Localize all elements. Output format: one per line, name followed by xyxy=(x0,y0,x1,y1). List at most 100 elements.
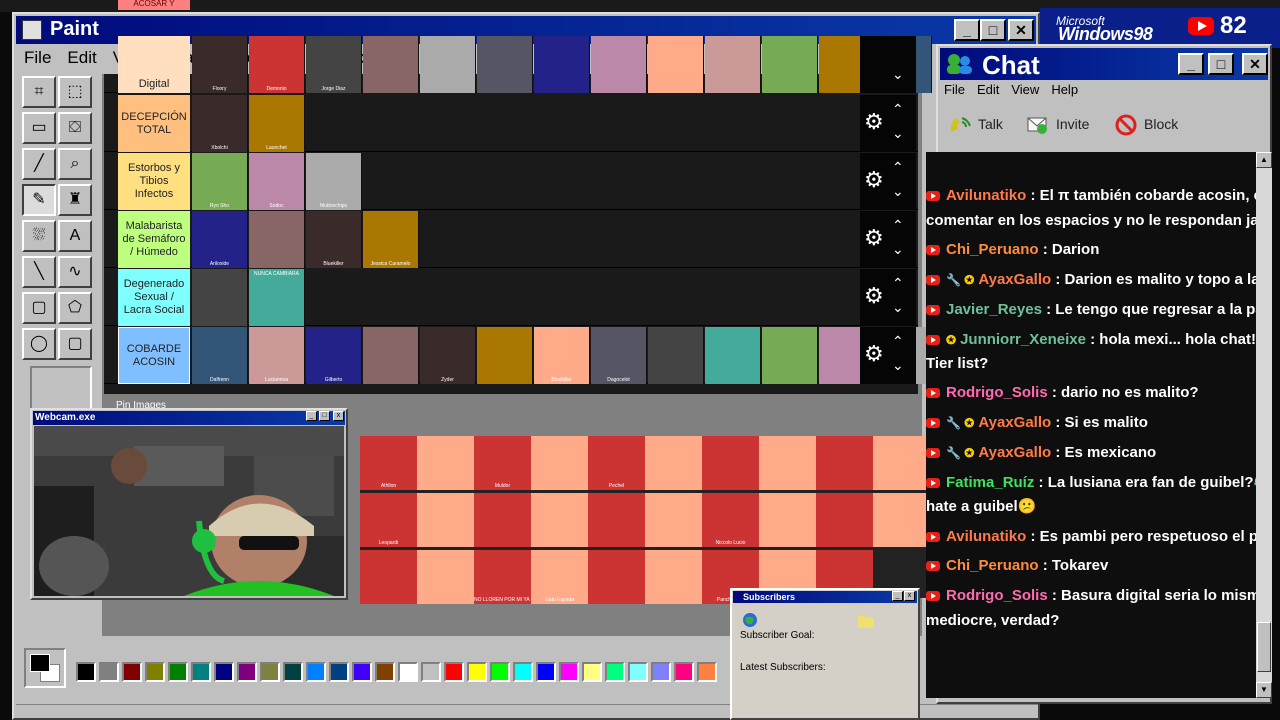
chat-menu-edit[interactable]: Edit xyxy=(977,82,999,97)
tier-label[interactable]: DECEPCIÓN TOTAL xyxy=(118,95,190,152)
webcam-maximize-button[interactable]: □ xyxy=(319,411,330,421)
color-swatch[interactable] xyxy=(122,662,142,682)
tier-image[interactable] xyxy=(534,36,590,93)
color-swatch[interactable] xyxy=(99,662,119,682)
chat-username[interactable]: Javier_Reyes xyxy=(946,301,1042,318)
pool-image[interactable]: Leopardi xyxy=(360,493,417,547)
tool-line[interactable]: ╲ xyxy=(22,256,56,288)
tier-image[interactable]: Muttonchips xyxy=(306,153,362,210)
tier-image[interactable]: Gilberto xyxy=(306,327,362,384)
chevron-down-icon[interactable]: ⌄ xyxy=(892,66,904,83)
chevron-down-icon[interactable]: ⌄ xyxy=(892,241,904,258)
chevron-up-icon[interactable]: ⌃ xyxy=(892,217,904,234)
scroll-thumb[interactable] xyxy=(1257,622,1271,672)
pool-image[interactable] xyxy=(531,436,588,490)
pool-image[interactable] xyxy=(873,493,930,547)
pool-image[interactable]: Athlion xyxy=(360,436,417,490)
pool-image[interactable] xyxy=(417,493,474,547)
chat-username[interactable]: Junniorr_Xeneixe xyxy=(960,331,1086,348)
tier-label[interactable]: Malabarista de Semáforo / Húmedo xyxy=(118,211,190,268)
color-swatch[interactable] xyxy=(605,662,625,682)
pool-image[interactable]: Pechel xyxy=(588,436,645,490)
color-swatch[interactable] xyxy=(536,662,556,682)
pool-image[interactable] xyxy=(474,493,531,547)
pool-image[interactable] xyxy=(417,436,474,490)
color-swatch[interactable] xyxy=(674,662,694,682)
tier-image[interactable] xyxy=(762,36,818,93)
chat-minimize-button[interactable]: _ xyxy=(1178,53,1204,75)
tier-label[interactable]: Estorbos y Tibios Infectos xyxy=(118,153,190,210)
chat-username[interactable]: Rodrigo_Solis xyxy=(946,587,1048,604)
current-colors[interactable] xyxy=(24,648,66,688)
color-swatch[interactable] xyxy=(375,662,395,682)
chat-close-button[interactable]: ✕ xyxy=(1242,53,1268,75)
chevron-down-icon[interactable]: ⌄ xyxy=(892,357,904,374)
tier-image[interactable] xyxy=(477,36,533,93)
chat-log[interactable]: Avilunatiko : El π también cobarde acosi… xyxy=(926,152,1258,698)
color-swatch[interactable] xyxy=(467,662,487,682)
color-swatch[interactable] xyxy=(352,662,372,682)
pool-image[interactable]: Niccolo Lucio xyxy=(702,493,759,547)
tier-image[interactable] xyxy=(762,327,818,384)
tier-image[interactable] xyxy=(705,327,761,384)
tool-rect[interactable]: ▢ xyxy=(22,292,56,324)
tier-image[interactable]: Jorge Diaz xyxy=(306,36,362,93)
color-swatch[interactable] xyxy=(168,662,188,682)
menu-file[interactable]: File xyxy=(16,44,59,68)
pool-image[interactable] xyxy=(588,550,645,604)
tier-image[interactable]: Bluekiller xyxy=(534,327,590,384)
color-swatch[interactable] xyxy=(697,662,717,682)
pool-image[interactable] xyxy=(645,550,702,604)
tier-label[interactable]: COBARDE ACOSIN xyxy=(118,327,190,384)
pool-image[interactable] xyxy=(702,436,759,490)
color-swatch[interactable] xyxy=(421,662,441,682)
chat-scrollbar[interactable]: ▲ ▼ xyxy=(1256,152,1272,698)
tier-image[interactable] xyxy=(249,211,305,268)
pool-image[interactable] xyxy=(588,493,645,547)
tier-image[interactable]: Dagocelot xyxy=(591,327,647,384)
tool-pencil[interactable]: ✎ xyxy=(22,184,56,216)
color-swatch[interactable] xyxy=(237,662,257,682)
color-swatch[interactable] xyxy=(582,662,602,682)
pool-image[interactable] xyxy=(759,493,816,547)
pool-image[interactable] xyxy=(645,493,702,547)
tier-image[interactable]: Xbolchi xyxy=(192,95,248,152)
minimize-button[interactable]: _ xyxy=(954,19,980,41)
color-swatch[interactable] xyxy=(559,662,579,682)
gear-icon[interactable]: ⚙ xyxy=(864,285,884,307)
gear-icon[interactable]: ⚙ xyxy=(864,169,884,191)
chat-username[interactable]: Avilunatiko xyxy=(946,187,1026,204)
tool-brush[interactable]: ♜ xyxy=(58,184,92,216)
color-swatch[interactable] xyxy=(398,662,418,682)
pool-image[interactable] xyxy=(759,436,816,490)
color-swatch[interactable] xyxy=(191,662,211,682)
tier-image[interactable] xyxy=(648,36,704,93)
webcam-close-button[interactable]: x xyxy=(333,411,344,421)
tier-image[interactable] xyxy=(648,327,704,384)
chat-menu-help[interactable]: Help xyxy=(1051,82,1078,97)
tier-image[interactable] xyxy=(591,36,647,93)
pool-image[interactable] xyxy=(873,436,930,490)
scroll-up-arrow[interactable]: ▲ xyxy=(1256,152,1272,168)
pool-image[interactable]: NO LLOREN POR MÍ YA ESTOY MUERTO xyxy=(474,550,531,604)
tool-select-rect[interactable]: ⬚ xyxy=(58,76,92,108)
color-swatch[interactable] xyxy=(283,662,303,682)
color-swatch[interactable] xyxy=(306,662,326,682)
tier-image[interactable]: Dalfrenn xyxy=(192,327,248,384)
chevron-up-icon[interactable]: ⌃ xyxy=(892,101,904,118)
pool-image[interactable] xyxy=(360,550,417,604)
talk-button[interactable]: Talk xyxy=(948,110,1003,138)
tool-ellipse[interactable]: ◯ xyxy=(22,328,56,360)
chevron-down-icon[interactable]: ⌄ xyxy=(892,125,904,142)
chat-username[interactable]: Chi_Peruano xyxy=(946,557,1039,574)
pool-image[interactable] xyxy=(816,493,873,547)
chat-username[interactable]: Rodrigo_Solis xyxy=(946,384,1048,401)
maximize-button[interactable]: □ xyxy=(980,19,1006,41)
scroll-down-arrow[interactable]: ▼ xyxy=(1256,682,1272,698)
color-swatch[interactable] xyxy=(214,662,234,682)
gear-icon[interactable]: ⚙ xyxy=(864,343,884,365)
tier-image[interactable] xyxy=(705,36,761,93)
tool-magnifier[interactable]: ⌕ xyxy=(58,148,92,180)
chat-username[interactable]: Fatima_Ruíz xyxy=(946,474,1034,491)
color-swatch[interactable] xyxy=(490,662,510,682)
